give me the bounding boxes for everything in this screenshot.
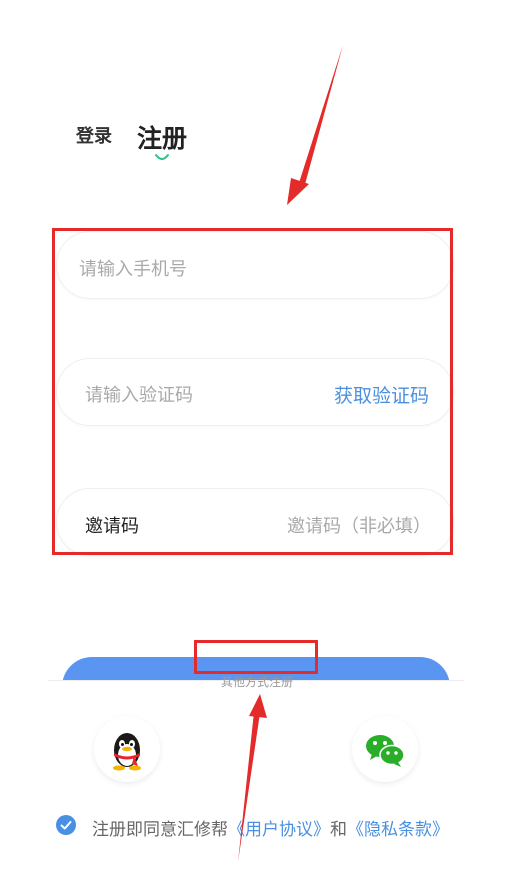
wechat-login-button[interactable]: [352, 716, 418, 782]
checkbox-checked-icon[interactable]: [56, 815, 76, 835]
user-agreement-link[interactable]: 《用户协议》: [228, 820, 330, 840]
tab-indicator-icon: [155, 154, 169, 160]
privacy-link[interactable]: 《隐私条款》: [347, 820, 449, 840]
bottom-arrowhead-icon: [249, 694, 267, 718]
auth-tabs: 登录 注册: [0, 0, 514, 200]
form-highlight-box: [52, 228, 453, 555]
tab-register[interactable]: 注册: [137, 119, 187, 155]
qq-icon: [113, 733, 141, 771]
agreement-and: 和: [330, 820, 347, 840]
tab-login[interactable]: 登录: [76, 122, 112, 148]
button-highlight-box: [194, 640, 318, 674]
agreement-prefix: 注册即同意汇修帮: [92, 820, 228, 840]
qq-login-button[interactable]: [94, 716, 160, 782]
wechat-icon: [366, 735, 405, 767]
other-methods-label: 其他方式注册: [220, 675, 293, 689]
agreement-text: 注册即同意汇修帮《用户协议》和《隐私条款》: [92, 815, 449, 840]
